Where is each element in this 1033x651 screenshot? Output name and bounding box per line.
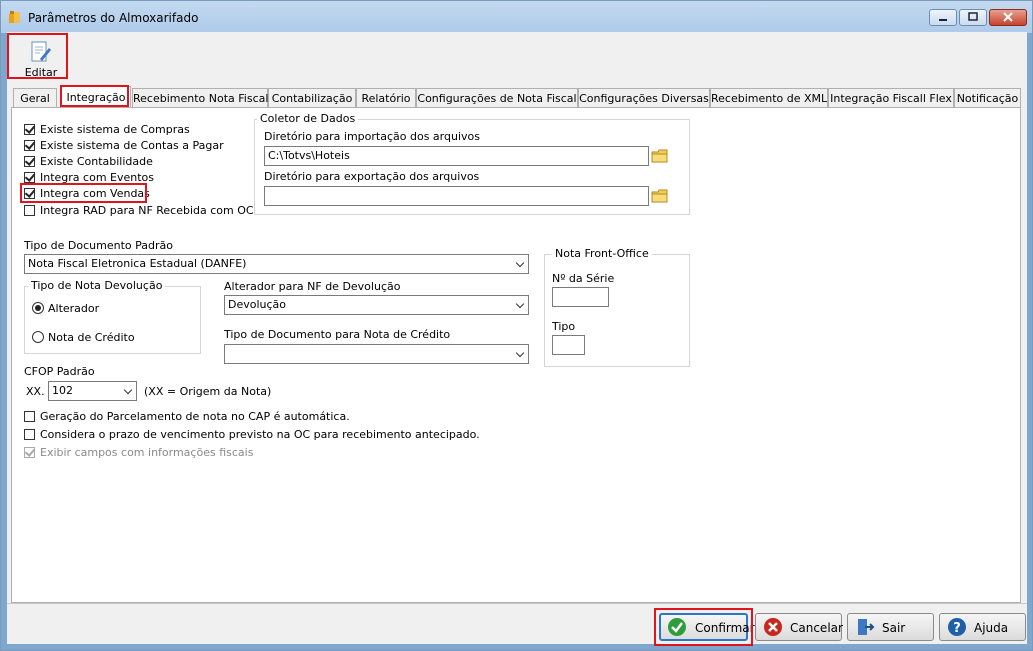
label-prazo-vencimento: Considera o prazo de vencimento previsto…: [40, 428, 480, 441]
tab-relatorio[interactable]: Relatório: [356, 88, 416, 108]
alterador-nf-select[interactable]: Devolução: [224, 295, 529, 315]
app-icon: [9, 11, 20, 23]
close-button[interactable]: [989, 9, 1027, 26]
checkbox-campos-fiscais: [24, 447, 35, 458]
radio-nota-de-credito[interactable]: [32, 331, 44, 343]
tab-configuracoes-diversas[interactable]: Configurações Diversas: [578, 88, 710, 108]
minimize-button[interactable]: [929, 9, 957, 26]
checkbox-eventos[interactable]: [24, 172, 35, 183]
window-title: Parâmetros do Almoxarifado: [28, 11, 199, 25]
highlight-confirmar: [654, 608, 753, 646]
tab-recebimento-nota-fiscal[interactable]: Recebimento Nota Fiscal: [132, 88, 268, 108]
tab-geral[interactable]: Geral: [13, 88, 57, 108]
exit-door-icon: [858, 619, 875, 635]
cfop-prefix: XX.: [26, 385, 45, 398]
label-alterador: Alterador: [48, 302, 100, 315]
highlight-tab-integracao: [60, 85, 129, 107]
tab-bar: Geral Integração Recebimento Nota Fiscal…: [11, 86, 1023, 108]
tab-contabilizacao[interactable]: Contabilização: [268, 88, 356, 108]
tab-integracao-fiscall-flex[interactable]: Integração Fiscall Flex: [828, 88, 954, 108]
label-contabilidade: Existe Contabilidade: [40, 155, 153, 168]
cancelar-button[interactable]: Cancelar: [755, 613, 843, 641]
help-icon: ?: [948, 618, 966, 636]
export-dir-label: Diretório para exportação dos arquivos: [264, 170, 480, 183]
label-nota-de-credito: Nota de Crédito: [48, 331, 135, 344]
client-area: Editar Geral Integração Recebimento Nota…: [7, 32, 1027, 646]
export-dir-input[interactable]: [264, 186, 649, 206]
label-parcelamento-cap: Geração do Parcelamento de nota no CAP é…: [40, 410, 350, 423]
checkbox-parcelamento-cap[interactable]: [24, 411, 35, 422]
coletor-title: Coletor de Dados: [257, 112, 359, 125]
cancelar-label: Cancelar: [790, 621, 843, 635]
svg-text:?: ?: [953, 621, 961, 636]
tipo-input[interactable]: [552, 335, 585, 355]
folder-icon-import[interactable]: [650, 146, 670, 166]
import-dir-input[interactable]: C:\Totvs\Hoteis: [264, 146, 649, 166]
serie-input[interactable]: [552, 287, 609, 307]
minimize-icon: [939, 19, 947, 21]
highlight-vendas: [20, 183, 147, 203]
cancel-icon: [764, 618, 782, 636]
sair-button[interactable]: Sair: [847, 613, 934, 641]
label-rad-nf-oc: Integra RAD para NF Recebida com OC: [40, 204, 254, 217]
tab-recebimento-xml[interactable]: Recebimento de XML: [710, 88, 828, 108]
checkbox-prazo-vencimento[interactable]: [24, 429, 35, 440]
import-dir-label: Diretório para importação dos arquivos: [264, 130, 480, 143]
tipo-doc-credito-label: Tipo de Documento para Nota de Crédito: [224, 328, 451, 341]
radio-alterador[interactable]: [32, 302, 44, 314]
tipo-label: Tipo: [552, 320, 576, 333]
checkbox-compras[interactable]: [24, 124, 35, 135]
tipo-documento-select[interactable]: Nota Fiscal Eletronica Estadual (DANFE): [24, 254, 529, 274]
button-divider: [7, 603, 1027, 604]
window: Parâmetros do Almoxarifado Editar Geral …: [0, 0, 1033, 651]
serie-label: Nº da Série: [552, 272, 615, 285]
cfop-hint: (XX = Origem da Nota): [144, 385, 272, 398]
ajuda-label: Ajuda: [974, 621, 1009, 635]
close-icon: [1003, 12, 1013, 22]
checkbox-rad-nf-oc[interactable]: [24, 205, 35, 216]
tab-notificacao[interactable]: Notificação: [954, 88, 1021, 108]
label-compras: Existe sistema de Compras: [40, 123, 190, 136]
cfop-label: CFOP Padrão: [24, 365, 95, 378]
sair-label: Sair: [882, 621, 906, 635]
front-office-title: Nota Front-Office: [552, 247, 652, 260]
title-bar: Parâmetros do Almoxarifado: [1, 1, 1032, 33]
maximize-icon: [968, 12, 978, 21]
label-campos-fiscais: Exibir campos com informações fiscais: [40, 446, 254, 459]
integracao-panel: Existe sistema de Compras Existe sistema…: [11, 107, 1021, 603]
alterador-nf-label: Alterador para NF de Devolução: [224, 280, 401, 293]
highlight-edit: [7, 33, 68, 79]
ajuda-button[interactable]: ? Ajuda: [939, 613, 1026, 641]
maximize-button[interactable]: [959, 9, 987, 26]
checkbox-contas-a-pagar[interactable]: [24, 140, 35, 151]
cfop-select[interactable]: 102: [48, 381, 137, 401]
label-contas-a-pagar: Existe sistema de Contas a Pagar: [40, 139, 224, 152]
checkbox-contabilidade[interactable]: [24, 156, 35, 167]
tipo-documento-label: Tipo de Documento Padrão: [24, 239, 173, 252]
tipo-doc-credito-select[interactable]: [224, 344, 529, 364]
tipo-nota-devolucao-title: Tipo de Nota Devolução: [28, 279, 166, 292]
folder-icon-export[interactable]: [650, 186, 670, 206]
tab-configuracoes-nota-fiscal[interactable]: Configurações de Nota Fiscal: [416, 88, 578, 108]
